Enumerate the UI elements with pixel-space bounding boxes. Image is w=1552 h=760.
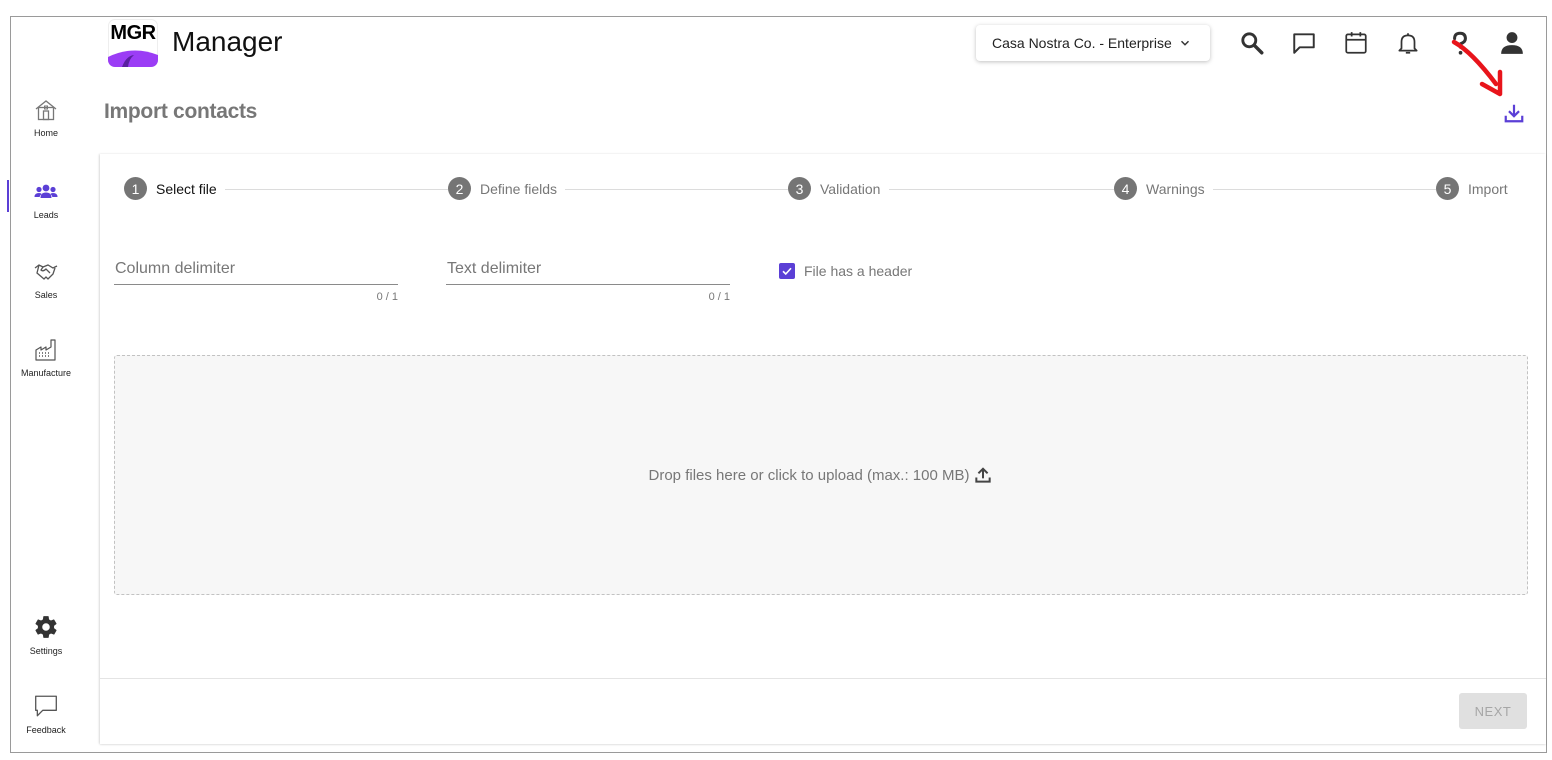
step-label: Validation — [820, 180, 881, 197]
app-logo[interactable]: MGR — [108, 19, 158, 67]
feedback-icon — [35, 695, 57, 717]
column-delimiter-input[interactable] — [114, 253, 398, 285]
step-label: Import — [1468, 180, 1508, 197]
step-number: 5 — [1436, 177, 1459, 200]
step-validation[interactable]: 3 Validation — [788, 177, 889, 200]
step-number: 1 — [124, 177, 147, 200]
organization-selector-label: Casa Nostra Co. - Enterprise — [992, 35, 1172, 51]
checkbox-checked[interactable] — [779, 263, 795, 279]
step-define-fields[interactable]: 2 Define fields — [448, 177, 566, 200]
step-label: Define fields — [480, 180, 558, 197]
card-footer-divider — [100, 678, 1546, 679]
step-label: Warnings — [1146, 180, 1205, 197]
sidebar-item-manufacture[interactable]: Manufacture — [14, 338, 78, 378]
upload-icon — [975, 467, 992, 483]
sidebar-item-sales[interactable]: Sales — [14, 260, 78, 300]
gear-icon — [35, 616, 57, 638]
handshake-icon — [34, 264, 58, 280]
character-counter: 0 / 1 — [376, 291, 398, 303]
page-title: Import contacts — [104, 100, 258, 123]
column-delimiter-field: 0 / 1 — [114, 253, 398, 303]
next-button[interactable]: NEXT — [1459, 693, 1527, 729]
checkmark-icon — [782, 267, 792, 276]
has-header-checkbox[interactable]: File has a header — [779, 263, 912, 279]
app-title: Manager — [172, 26, 283, 57]
dropzone-text: Drop files here or click to upload (max.… — [648, 466, 970, 484]
factory-icon — [35, 339, 56, 361]
character-counter: 0 / 1 — [708, 291, 730, 303]
file-dropzone[interactable]: Drop files here or click to upload (max.… — [114, 355, 1528, 595]
sidebar-item-label: Settings — [29, 646, 63, 656]
text-delimiter-field: 0 / 1 — [446, 253, 730, 303]
sidebar-item-label: Feedback — [26, 725, 66, 735]
step-number: 4 — [1114, 177, 1137, 200]
download-icon[interactable] — [1503, 102, 1525, 124]
sidebar-item-feedback[interactable]: Feedback — [14, 693, 78, 735]
sidebar-active-indicator — [7, 180, 9, 212]
sidebar-item-label: Manufacture — [20, 368, 72, 378]
stepper-connector — [1212, 189, 1437, 190]
chevron-down-icon — [1180, 40, 1189, 46]
step-number: 2 — [448, 177, 471, 200]
sidebar-item-settings[interactable]: Settings — [14, 614, 78, 656]
stepper-connector — [224, 189, 454, 190]
import-stepper: 1 Select file 2 Define fields 3 Validati… — [124, 177, 1512, 201]
text-delimiter-input[interactable] — [446, 253, 730, 285]
stepper-connector — [889, 189, 1119, 190]
bell-icon[interactable] — [1395, 30, 1421, 56]
search-icon[interactable] — [1239, 30, 1265, 56]
logo-text: MGR — [110, 22, 156, 44]
sidebar-item-label: Home — [33, 128, 58, 138]
sidebar-item-label: Leads — [33, 210, 59, 220]
sidebar-item-home[interactable]: Home — [14, 98, 78, 138]
home-icon — [35, 100, 57, 121]
annotation-arrow-icon — [1451, 39, 1503, 97]
stepper-connector — [564, 189, 794, 190]
logo-swoosh-icon — [108, 50, 158, 67]
step-number: 3 — [788, 177, 811, 200]
people-icon — [34, 184, 58, 198]
checkbox-label: File has a header — [804, 263, 913, 279]
step-select-file[interactable]: 1 Select file — [124, 177, 225, 200]
sidebar-item-label: Sales — [34, 290, 58, 300]
sidebar-item-leads[interactable]: Leads — [14, 180, 78, 220]
step-warnings[interactable]: 4 Warnings — [1114, 177, 1213, 200]
chat-icon[interactable] — [1291, 30, 1317, 56]
step-label: Select file — [156, 180, 217, 197]
organization-selector[interactable]: Casa Nostra Co. - Enterprise — [976, 25, 1210, 61]
calendar-icon[interactable] — [1343, 30, 1369, 56]
step-import[interactable]: 5 Import — [1436, 177, 1508, 200]
